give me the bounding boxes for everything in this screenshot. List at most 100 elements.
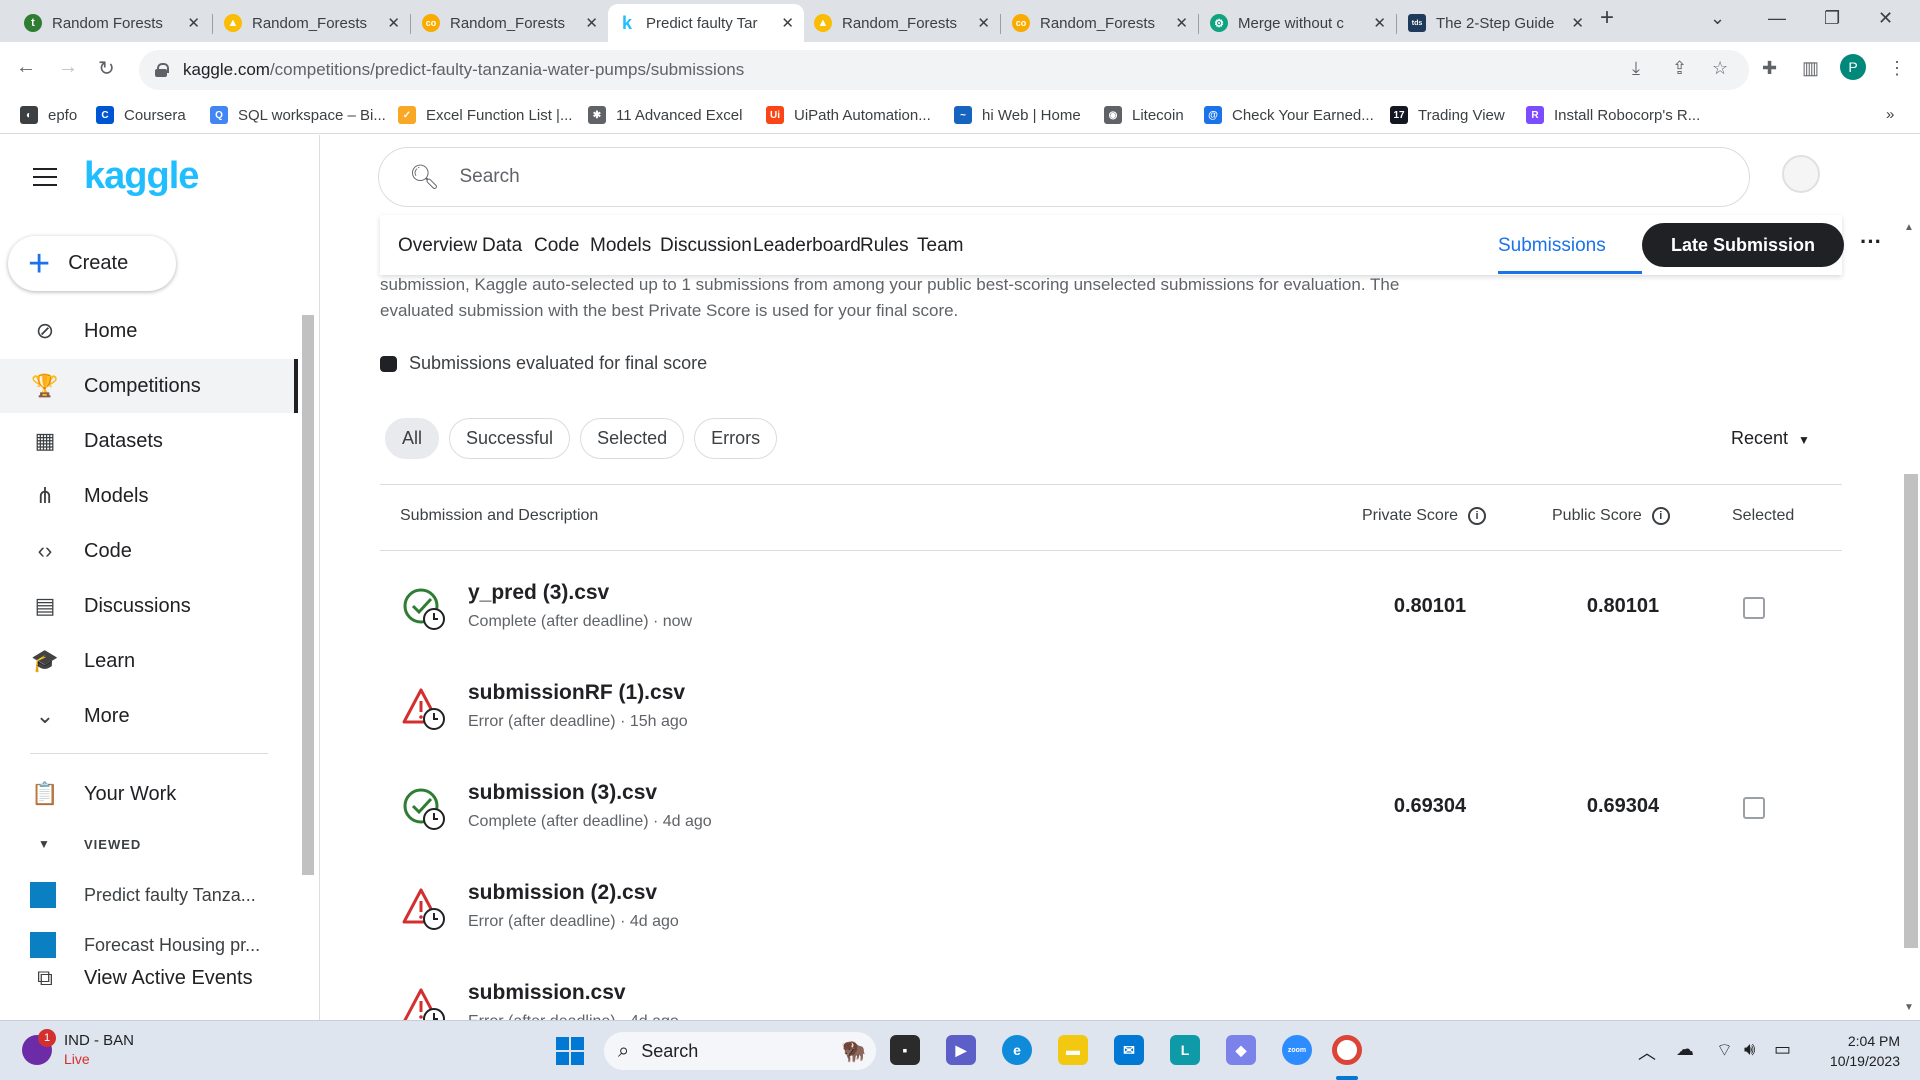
sidebar-item-more[interactable]: ⌄ More: [0, 689, 298, 743]
table-row[interactable]: y_pred (3).csv Complete (after deadline) …: [380, 555, 1842, 655]
close-icon[interactable]: ✕: [1175, 14, 1188, 32]
browser-tab[interactable]: co Random_Forests ✕: [412, 4, 608, 42]
sidebar-item-learn[interactable]: 🎓 Learn: [0, 634, 298, 688]
battery-icon[interactable]: ▭: [1774, 1039, 1791, 1060]
close-icon[interactable]: ✕: [387, 14, 400, 32]
tab-data[interactable]: Data: [482, 235, 522, 257]
sidebar-item-code[interactable]: ‹› Code: [0, 524, 298, 578]
sidebar-item-home[interactable]: ⊘ Home: [0, 304, 298, 358]
app-l-icon[interactable]: L: [1170, 1035, 1200, 1065]
filter-successful[interactable]: Successful: [449, 418, 571, 459]
viewed-item[interactable]: Predict faulty Tanza...: [30, 882, 256, 908]
bookmark-item[interactable]: Ui UiPath Automation...: [766, 106, 931, 124]
browser-tab[interactable]: ⚙ Merge without c ✕: [1200, 4, 1396, 42]
submission-filename[interactable]: submission.csv: [468, 981, 626, 1005]
share-icon[interactable]: ⇪: [1672, 58, 1687, 79]
bookmark-item[interactable]: @ Check Your Earned...: [1204, 106, 1374, 124]
filter-errors[interactable]: Errors: [694, 418, 778, 459]
close-icon[interactable]: ✕: [781, 14, 794, 32]
bookmarks-overflow-icon[interactable]: »: [1886, 106, 1894, 123]
bookmark-item[interactable]: ~ hi Web | Home: [954, 106, 1081, 124]
sidebar-item-discussions[interactable]: ▤ Discussions: [0, 579, 298, 633]
tab-team[interactable]: Team: [917, 235, 963, 257]
bookmark-item[interactable]: C Coursera: [96, 106, 186, 124]
tab-discussion[interactable]: Discussion: [660, 235, 752, 257]
close-icon[interactable]: ✕: [1373, 14, 1386, 32]
kebab-menu-icon[interactable]: ⋮: [1888, 58, 1906, 79]
select-checkbox[interactable]: [1743, 797, 1765, 819]
sort-dropdown[interactable]: Recent ▼: [1731, 428, 1810, 449]
volume-icon[interactable]: 🔊︎: [1744, 1039, 1755, 1060]
bookmark-item[interactable]: ◉ Litecoin: [1104, 106, 1184, 124]
sidebar-item-your-work[interactable]: 📋 Your Work: [0, 767, 298, 821]
bookmark-item[interactable]: ✓ Excel Function List |...: [398, 106, 572, 124]
sidebar-item-competitions[interactable]: 🏆 Competitions: [0, 359, 298, 413]
user-avatar[interactable]: [1782, 155, 1820, 193]
back-icon[interactable]: ←: [16, 56, 36, 79]
zoom-icon[interactable]: zoom: [1282, 1035, 1312, 1065]
close-icon[interactable]: ✕: [585, 14, 598, 32]
tab-overview[interactable]: Overview: [398, 235, 477, 257]
sidebar-item-models[interactable]: ⋔ Models: [0, 469, 298, 523]
sidebar-item-view-active-events[interactable]: ⧉ View Active Events: [0, 951, 298, 1005]
star-icon[interactable]: ☆: [1712, 58, 1728, 79]
chrome-icon[interactable]: [1332, 1035, 1362, 1065]
bookmark-item[interactable]: Q SQL workspace – Bi...: [210, 106, 386, 124]
reload-icon[interactable]: ↻: [98, 56, 115, 81]
browser-tab[interactable]: ▲ Random_Forests ✕: [804, 4, 1000, 42]
more-options-icon[interactable]: ···: [1860, 229, 1882, 255]
tab-leaderboard[interactable]: Leaderboard: [753, 235, 861, 257]
browser-tab[interactable]: t Random Forests ✕: [14, 4, 210, 42]
copilot-icon[interactable]: ◆: [1226, 1035, 1256, 1065]
new-tab-icon[interactable]: +: [1600, 4, 1614, 32]
windows-start-icon[interactable]: [556, 1037, 584, 1065]
bookmark-item[interactable]: ✱ 11 Advanced Excel: [588, 106, 742, 124]
late-submission-button[interactable]: Late Submission: [1642, 223, 1844, 267]
close-icon[interactable]: ✕: [1571, 14, 1584, 32]
side-panel-icon[interactable]: ▥: [1802, 58, 1819, 79]
forward-icon[interactable]: →: [58, 56, 78, 79]
task-view-icon[interactable]: ▪: [890, 1035, 920, 1065]
system-clock[interactable]: 2:04 PM 10/19/2023: [1820, 1031, 1900, 1071]
info-icon[interactable]: i: [1468, 507, 1487, 525]
bookmark-item[interactable]: R Install Robocorp's R...: [1526, 106, 1700, 124]
window-close-icon[interactable]: ✕: [1878, 8, 1893, 29]
extensions-icon[interactable]: ✚: [1762, 58, 1777, 79]
submission-filename[interactable]: submission (3).csv: [468, 781, 657, 805]
install-icon[interactable]: ⤓: [1632, 58, 1640, 79]
table-row[interactable]: submission (2).csv Error (after deadline)…: [380, 855, 1842, 955]
filter-all[interactable]: All: [385, 418, 440, 459]
table-row[interactable]: submission (3).csv Complete (after deadli…: [380, 755, 1842, 855]
table-row[interactable]: submissionRF (1).csv Error (after deadlin…: [380, 655, 1842, 755]
browser-tab[interactable]: co Random_Forests ✕: [1002, 4, 1198, 42]
create-button[interactable]: + Create: [8, 236, 176, 291]
submission-filename[interactable]: submissionRF (1).csv: [468, 681, 685, 705]
page-scrollbar[interactable]: ▲ ▼: [1900, 218, 1920, 1020]
sidebar-scrollbar[interactable]: [300, 305, 316, 955]
edge-icon[interactable]: e: [1002, 1035, 1032, 1065]
filter-selected[interactable]: Selected: [580, 418, 685, 459]
bookmark-item[interactable]: ◐ epfo: [20, 106, 77, 124]
kaggle-logo[interactable]: kaggle: [84, 155, 199, 198]
chevron-up-icon[interactable]: ︿: [1638, 1039, 1656, 1065]
profile-avatar[interactable]: P: [1840, 54, 1866, 80]
submission-filename[interactable]: y_pred (3).csv: [468, 581, 609, 605]
close-icon[interactable]: ✕: [187, 14, 200, 32]
browser-tab[interactable]: ▲ Random_Forests ✕: [214, 4, 410, 42]
minimize-icon[interactable]: —: [1768, 8, 1786, 29]
search-input[interactable]: 🔍︎ Search: [378, 147, 1750, 207]
close-icon[interactable]: ✕: [977, 14, 990, 32]
tab-code[interactable]: Code: [534, 235, 579, 257]
hamburger-menu-icon[interactable]: [33, 168, 57, 186]
file-explorer-icon[interactable]: ▬: [1058, 1035, 1088, 1065]
url-field[interactable]: kaggle.com/competitions/predict-faulty-t…: [139, 50, 1749, 90]
tab-models[interactable]: Models: [590, 235, 651, 257]
tab-search-icon[interactable]: ⌄: [1710, 8, 1725, 29]
browser-tab-active[interactable]: k Predict faulty Tar ✕: [608, 4, 804, 42]
restore-icon[interactable]: ❐: [1824, 8, 1840, 29]
caret-down-icon[interactable]: ▼: [38, 837, 50, 851]
info-icon[interactable]: i: [1651, 507, 1670, 525]
cloud-icon[interactable]: ☁: [1676, 1039, 1694, 1060]
wifi-icon[interactable]: ⌔: [1716, 1039, 1733, 1062]
taskbar-search[interactable]: ⌕ Search 🦬: [604, 1032, 876, 1070]
